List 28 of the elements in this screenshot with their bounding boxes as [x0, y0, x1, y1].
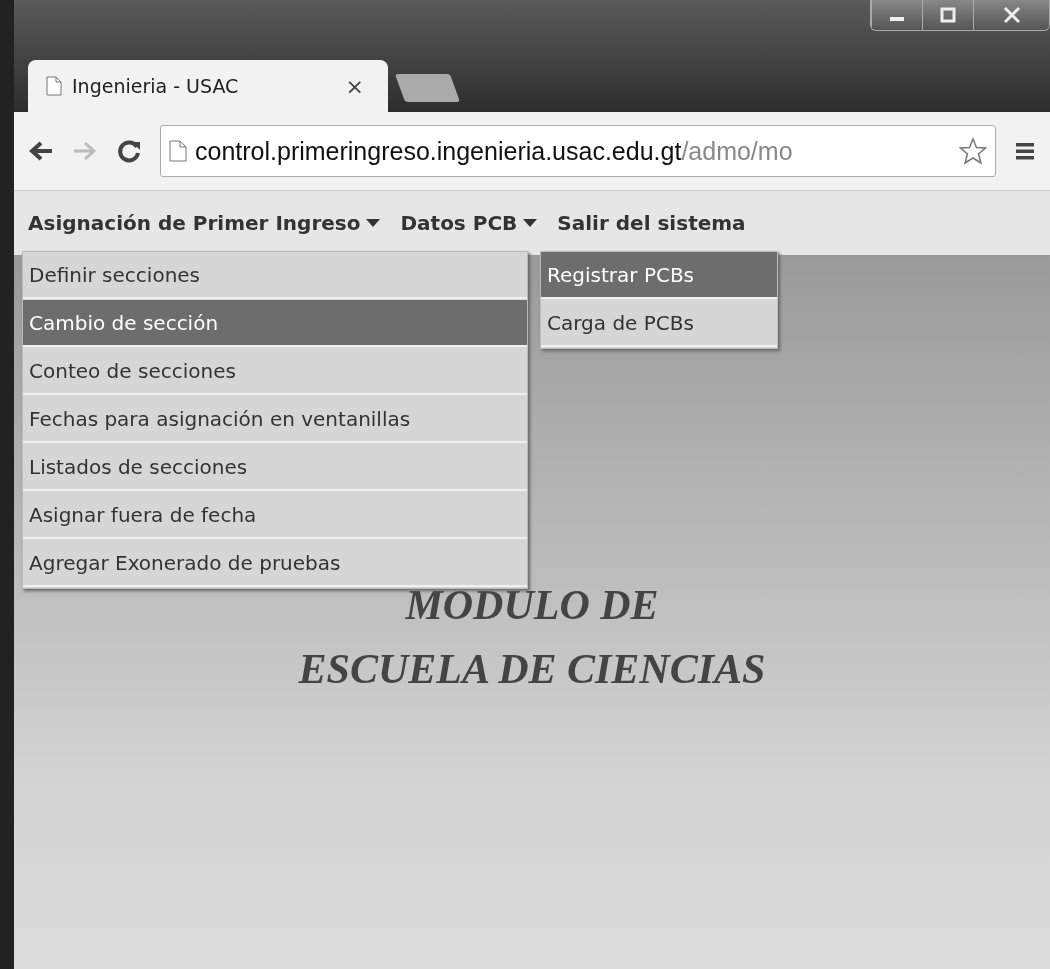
menu-option[interactable]: Fechas para asignación en ventanillas	[23, 396, 527, 443]
url-text: control.primeringreso.ingenieria.usac.edu.gt/admo/mo	[195, 136, 794, 166]
minimize-button[interactable]	[871, 0, 922, 30]
close-icon	[1001, 6, 1022, 24]
maximize-icon	[938, 7, 958, 23]
page-icon	[46, 76, 62, 96]
tab-title: Ingenieria - USAC	[72, 75, 240, 97]
close-button[interactable]	[973, 0, 1049, 30]
menu-option[interactable]: Registrar PCBs	[541, 252, 777, 299]
tab-close-button[interactable]: ×	[345, 73, 364, 99]
menu-option[interactable]: Listados de secciones	[23, 444, 527, 491]
star-icon[interactable]	[959, 137, 987, 165]
menu-option[interactable]: Agregar Exonerado de pruebas	[23, 540, 527, 587]
back-icon[interactable]	[28, 140, 54, 162]
menu-icon[interactable]	[1014, 140, 1036, 162]
menu-item[interactable]: Asignación de Primer Ingreso	[28, 211, 381, 235]
menu-item[interactable]: Datos PCB	[400, 211, 538, 235]
maximize-button[interactable]	[922, 0, 973, 30]
menu-option[interactable]: Cambio de sección	[23, 300, 527, 347]
address-bar[interactable]: control.primeringreso.ingenieria.usac.edu.gt/admo/mo	[160, 125, 996, 177]
minimize-icon	[890, 17, 904, 21]
browser-tab[interactable]: Ingenieria - USAC ×	[28, 60, 388, 112]
menu-option[interactable]: Conteo de secciones	[23, 348, 527, 395]
module-heading: ESCUELA DE CIENCIAS	[298, 645, 766, 694]
menu-item[interactable]: Salir del sistema	[557, 211, 746, 235]
reload-icon[interactable]	[116, 138, 142, 164]
page-icon	[169, 140, 187, 162]
menu-option[interactable]: Asignar fuera de fecha	[23, 492, 527, 539]
